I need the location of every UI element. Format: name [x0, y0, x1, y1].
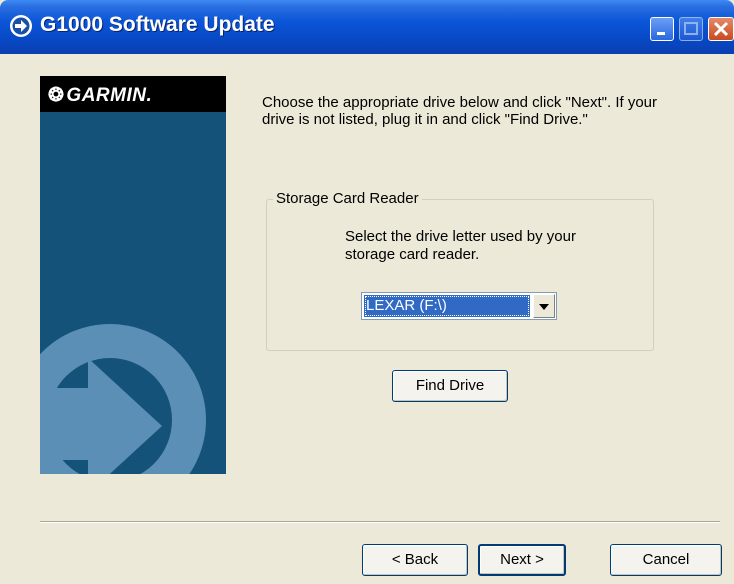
dropdown-button[interactable]: [533, 294, 555, 318]
next-button[interactable]: Next >: [478, 544, 566, 576]
close-icon: [713, 21, 729, 37]
cancel-button[interactable]: Cancel: [610, 544, 722, 576]
window-title: G1000 Software Update: [40, 13, 275, 36]
drive-select[interactable]: LEXAR (F:\): [361, 292, 557, 320]
logo-text: GARMIN.: [66, 85, 153, 106]
title-bar[interactable]: G1000 Software Update: [0, 0, 734, 54]
minimize-button[interactable]: [650, 17, 674, 41]
drive-prompt: Select the drive letter used by your sto…: [345, 228, 576, 263]
close-button[interactable]: [708, 17, 734, 41]
instructions-text: Choose the appropriate drive below and c…: [262, 94, 658, 128]
maximize-button[interactable]: [679, 17, 703, 41]
footer-separator: [40, 521, 720, 523]
logo-bar: ❂ GARMIN.: [40, 76, 226, 112]
find-drive-button[interactable]: Find Drive: [392, 370, 508, 402]
drive-select-value: LEXAR (F:\): [364, 295, 530, 317]
maximize-icon: [684, 22, 698, 35]
storage-card-reader-group: Storage Card Reader Select the drive let…: [266, 190, 654, 351]
garmin-triangle-icon: ❂: [48, 85, 65, 106]
garmin-banner: ❂ GARMIN.: [40, 76, 226, 474]
chevron-down-icon: [539, 304, 549, 310]
back-button[interactable]: < Back: [362, 544, 468, 576]
minimize-icon: [657, 32, 665, 35]
arrow-circle-icon: [10, 15, 32, 37]
arrow-right-icon: [40, 324, 206, 474]
setup-window: G1000 Software Update ❂ GARMIN. Choose th…: [0, 0, 734, 584]
garmin-logo: ❂ GARMIN.: [48, 84, 152, 107]
group-legend: Storage Card Reader: [273, 190, 422, 207]
